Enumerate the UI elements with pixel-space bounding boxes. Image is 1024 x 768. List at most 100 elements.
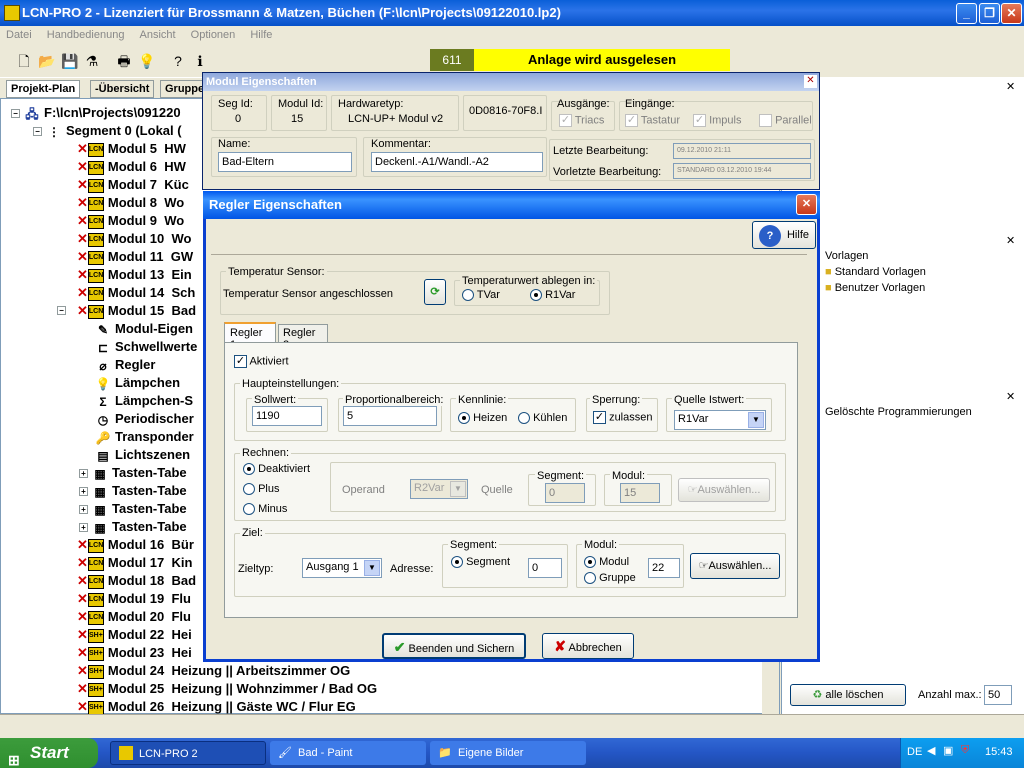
back-icon[interactable]: ◀ [927, 744, 935, 757]
ziel-modul-input[interactable]: 22 [648, 558, 680, 578]
right-pane-close-icon[interactable]: ✕ [1006, 80, 1015, 93]
tree-segment[interactable]: − ⋮ Segment 0 (Lokal ( [33, 122, 182, 140]
error-x-icon: ✕ [77, 141, 88, 156]
tree-module-row[interactable]: ✕SH+ Modul 25 Heizung || Wohnzimmer / Bad… [77, 680, 377, 698]
deaktiviert-radio[interactable]: Deaktiviert [243, 463, 310, 476]
refresh-button[interactable]: ⟳ [424, 279, 446, 305]
kommentar-input[interactable]: Deckenl.-A1/Wandl.-A2 [371, 152, 543, 172]
tree-module-row[interactable]: ✕LCN Modul 16 Bür [77, 536, 194, 554]
close-button[interactable]: ✕ [1001, 3, 1022, 24]
anzahl-input[interactable]: 50 [984, 685, 1012, 705]
shield-icon[interactable]: ⛨ [961, 744, 969, 757]
zulassen-checkbox[interactable]: ✓ zulassen [593, 411, 652, 424]
tree-module-row[interactable]: ✕SH+ Modul 23 Hei [77, 644, 192, 662]
tree-module-row[interactable]: ✕SH+ Modul 24 Heizung || Arbeitszimmer OG [77, 662, 350, 680]
tvar-radio[interactable]: TVar [462, 289, 500, 302]
tree-module-row[interactable]: ✕LCN Modul 6 HW [77, 158, 186, 176]
taskbar-item-lcn[interactable]: LCN-PRO 2 [110, 741, 266, 765]
tree-child-item[interactable]: Σ Lämpchen-S [95, 392, 193, 410]
tree-child-item[interactable]: + ▦ Tasten-Tabe [79, 500, 187, 518]
tree-child-item[interactable]: ✎ Modul-Eigen [95, 320, 193, 338]
tree-child-item[interactable]: 🔑 Transponder [95, 428, 194, 446]
language-indicator[interactable]: DE [907, 746, 922, 758]
geloeschte-close-icon[interactable]: ✕ [1006, 390, 1015, 403]
tree-module-row[interactable]: ✕LCN Modul 9 Wo [77, 212, 184, 230]
tree-child-item[interactable]: + ▦ Tasten-Tabe [79, 482, 187, 500]
tab-regler-2[interactable]: Regler 2 [278, 324, 328, 351]
tree-child-item[interactable]: + ▦ Tasten-Tabe [79, 464, 187, 482]
tree-child-item[interactable]: ◷ Periodischer [95, 410, 194, 428]
tree-root[interactable]: − 🖧 F:\lcn\Projects\091220 [11, 104, 181, 122]
beenden-sichern-button[interactable]: ✔ Beenden und Sichern [382, 633, 526, 659]
tree-module-row[interactable]: ✕LCN Modul 17 Kin [77, 554, 192, 572]
tree-module-row[interactable]: ✕LCN Modul 5 HW [77, 140, 186, 158]
taskbar-item-bilder[interactable]: 📁 Eigene Bilder [430, 741, 586, 765]
tree-module-row[interactable]: − ✕LCN Modul 15 Bad [57, 302, 196, 320]
start-button[interactable]: ⊞ Start [0, 738, 98, 768]
standard-vorlagen-item[interactable]: ■ Standard Vorlagen [825, 266, 926, 278]
minimize-button[interactable]: _ [956, 3, 977, 24]
kuehlen-radio[interactable]: Kühlen [518, 412, 567, 425]
name-input[interactable]: Bad-Eltern [218, 152, 352, 172]
maximize-button[interactable]: ❐ [979, 3, 1000, 24]
tool-icon[interactable]: ⚗ [84, 53, 100, 69]
tree-module-row[interactable]: ✕LCN Modul 14 Sch [77, 284, 195, 302]
abbrechen-button[interactable]: ✘ Abbrechen [542, 633, 634, 659]
tree-module-row[interactable]: ✕LCN Modul 20 Flu [77, 608, 191, 626]
minus-radio[interactable]: Minus [243, 503, 287, 516]
aktiviert-checkbox[interactable]: ✓ Aktiviert [234, 355, 289, 368]
error-x-icon: ✕ [77, 591, 88, 606]
tree-module-row[interactable]: ✕LCN Modul 19 Flu [77, 590, 191, 608]
hilfe-button[interactable]: ? Hilfe [752, 221, 816, 249]
alle-loeschen-button[interactable]: ♻ alle löschen [790, 684, 906, 706]
ziel-modul-radio[interactable]: Modul [584, 556, 629, 569]
ziel-gruppe-radio[interactable]: Gruppe [584, 572, 636, 585]
vorlagen-close-icon[interactable]: ✕ [1006, 234, 1015, 247]
menu-optionen[interactable]: Optionen [191, 29, 236, 41]
network-icon[interactable]: ▣ [943, 744, 953, 757]
bulb-icon[interactable]: 💡 [138, 53, 155, 69]
tree-child-item[interactable]: 💡 Lämpchen [95, 374, 181, 392]
tree-module-row[interactable]: ✕LCN Modul 18 Bad [77, 572, 196, 590]
new-file-icon[interactable]: 🗋 [16, 53, 32, 69]
menu-hilfe[interactable]: Hilfe [250, 29, 272, 41]
sollwert-input[interactable]: 1190 [252, 406, 322, 426]
tree-module-row[interactable]: ✕SH+ Modul 22 Hei [77, 626, 192, 644]
menu-handbedienung[interactable]: Handbedienung [47, 29, 125, 41]
system-tray: DE ◀ ▣ ⛨ 15:43 [900, 738, 1024, 768]
ziel-segment-radio[interactable]: Segment [451, 556, 510, 569]
tree-child-item[interactable]: ⌀ Regler [95, 356, 155, 374]
ziel-auswaehlen-button[interactable]: ☞Auswählen... [690, 553, 780, 579]
tree-child-item[interactable]: ⊏ Schwellwerte [95, 338, 197, 356]
ziel-segment-input[interactable]: 0 [528, 558, 562, 578]
open-folder-icon[interactable]: 📂 [38, 53, 55, 69]
help-icon[interactable]: ? [170, 53, 186, 69]
prop-input[interactable]: 5 [343, 406, 437, 426]
taskbar-item-paint[interactable]: 🖌 Bad - Paint [270, 741, 426, 765]
regler-close-button[interactable]: ✕ [796, 194, 817, 215]
error-x-icon: ✕ [77, 627, 88, 642]
tab-projekt-plan[interactable]: Projekt-Plan [6, 80, 81, 98]
tree-module-row[interactable]: ✕LCN Modul 10 Wo [77, 230, 191, 248]
menu-ansicht[interactable]: Ansicht [140, 29, 176, 41]
tree-module-row[interactable]: ✕LCN Modul 11 GW [77, 248, 193, 266]
tree-child-item[interactable]: ▤ Lichtszenen [95, 446, 190, 464]
tab-regler-1[interactable]: Regler 1 [224, 322, 276, 351]
modul-close-icon[interactable]: ✕ [804, 75, 817, 88]
benutzer-vorlagen-item[interactable]: ■ Benutzer Vorlagen [825, 282, 925, 294]
tree-module-row[interactable]: ✕LCN Modul 13 Ein [77, 266, 192, 284]
tree-scrollbar[interactable] [762, 660, 779, 714]
tree-module-row[interactable]: ✕LCN Modul 8 Wo [77, 194, 184, 212]
print-icon[interactable]: 🖶 [116, 53, 132, 69]
quelle-istwert-select[interactable]: R1Var ▼ [674, 410, 766, 430]
tab-uebersicht[interactable]: -Übersicht [90, 80, 155, 98]
r1var-radio[interactable]: R1Var [530, 289, 575, 302]
tree-child-item[interactable]: + ▦ Tasten-Tabe [79, 518, 187, 536]
menu-datei[interactable]: Datei [6, 29, 32, 41]
plus-radio[interactable]: Plus [243, 483, 279, 496]
context-help-icon[interactable]: ℹ [192, 53, 208, 69]
save-icon[interactable]: 💾 [61, 53, 78, 69]
tree-module-row[interactable]: ✕LCN Modul 7 Küc [77, 176, 189, 194]
heizen-radio[interactable]: Heizen [458, 412, 507, 425]
zieltyp-select[interactable]: Ausgang 1 ▼ [302, 558, 382, 578]
